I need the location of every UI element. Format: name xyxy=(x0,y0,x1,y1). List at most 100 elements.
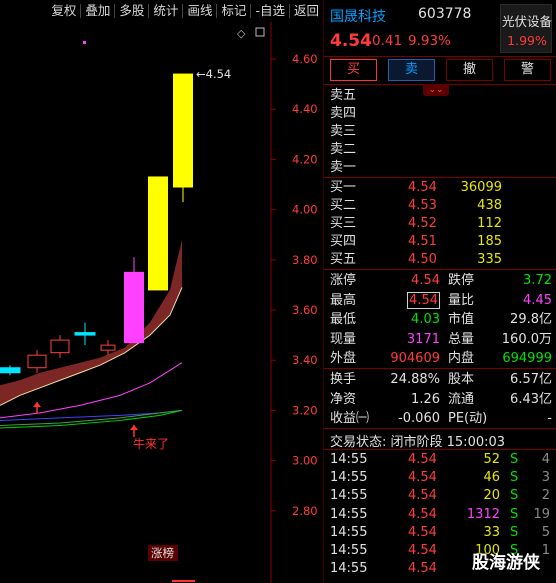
stat-value: 3171 xyxy=(374,330,440,349)
level-volume: 112 xyxy=(477,216,502,231)
level-label: 买三 xyxy=(330,216,357,231)
stat-label: 流通 xyxy=(448,391,475,407)
quote-panel: 国晟科技 603778 4.54 0.41 9.93% 光伏设备 1.99% 买… xyxy=(323,0,556,583)
stat-row: 收益㈠ -0.060 PE(动) - xyxy=(330,409,552,428)
candle-body xyxy=(100,344,116,351)
tick-volume: 20 xyxy=(483,488,500,504)
level-price: 4.53 xyxy=(408,198,437,213)
trade-status: 交易状态: 闭市阶段 15:00:03 xyxy=(330,435,506,450)
buy-button[interactable]: 买 xyxy=(330,59,377,81)
stat-row: 外盘 904609 内盘 694999 xyxy=(330,349,552,368)
level-volume: 438 xyxy=(477,198,502,213)
kline-chart[interactable]: ◇ 4.60 4.40 4.20 4.00 3.80 3.60 3.40 3.20 3.00 2.8… xyxy=(0,22,323,583)
toolbar-overlay-button[interactable]: 叠加 xyxy=(81,0,114,22)
sector-badge[interactable]: 光伏设备 1.99% xyxy=(500,4,552,53)
bid-level[interactable]: 买三 4.52 112 xyxy=(330,215,550,233)
tick-row[interactable]: 14:55 4.54 46 S 3 xyxy=(330,469,554,487)
tick-price: 4.54 xyxy=(408,543,437,558)
toolbar-restore-rights-button[interactable]: 复权 xyxy=(47,0,80,22)
ask-level[interactable]: 卖三 xyxy=(330,123,550,141)
stat-label: 最高 xyxy=(330,292,357,308)
ask-level[interactable]: 卖二 xyxy=(330,141,550,159)
y-tick-label: 3.80 xyxy=(292,253,318,267)
tick-count: 2 xyxy=(541,488,550,504)
stat-value: 4.54 xyxy=(374,271,440,290)
level-label: 买四 xyxy=(330,234,357,249)
signal-annotation: 牛来了 xyxy=(133,436,169,451)
stock-code: 603778 xyxy=(418,6,472,22)
toolbar-remove-watchlist-button[interactable]: -自选 xyxy=(251,0,289,22)
stat-label: 股本 xyxy=(448,372,475,387)
marker-dot xyxy=(83,41,86,44)
level-label: 卖二 xyxy=(330,142,357,157)
bid-level[interactable]: 买一 4.54 36099 xyxy=(330,179,550,197)
y-tick-label: 3.00 xyxy=(292,454,318,468)
y-tick-label: 2.80 xyxy=(292,504,318,518)
stat-label: 市值 xyxy=(448,312,475,327)
toolbar-multi-stock-button[interactable]: 多股 xyxy=(115,0,148,22)
ask-level[interactable]: 卖四 xyxy=(330,105,550,123)
watermark-text: 股海游侠 xyxy=(472,553,540,573)
stat-value: 29.8亿 xyxy=(510,312,552,327)
y-tick-label: 4.60 xyxy=(292,52,318,66)
stat-value-text: -0.060 xyxy=(398,411,440,426)
toolbar-mark-button[interactable]: 标记 xyxy=(217,0,250,22)
alert-button[interactable]: 警 xyxy=(504,59,551,81)
ask-level[interactable]: 卖五 xyxy=(330,87,550,105)
price-change: 0.41 xyxy=(372,33,403,49)
ask-level[interactable]: 卖一 xyxy=(330,159,550,177)
stat-row: 换手 24.88% 股本 6.57亿 xyxy=(330,370,552,389)
tick-row[interactable]: 14:55 4.54 52 S 4 xyxy=(330,451,554,469)
kline-chart-pane[interactable]: 复权 叠加 多股 统计 画线 标记 -自选 返回 ◇ 4.60 4.40 4.20 4.00 3.80 3… xyxy=(0,0,323,583)
stat-label: 内盘 xyxy=(448,351,475,366)
tick-row[interactable]: 14:55 4.54 33 S 5 xyxy=(330,524,554,542)
tick-price: 4.54 xyxy=(408,506,437,522)
level-volume: 335 xyxy=(477,252,502,267)
tick-row[interactable]: 14:55 4.54 1312 S 19 xyxy=(330,506,554,524)
candle-body xyxy=(0,367,21,374)
tick-price: 4.54 xyxy=(408,524,437,540)
stat-value: 6.57亿 xyxy=(510,372,552,387)
bid-level[interactable]: 买五 4.50 335 xyxy=(330,251,550,269)
tick-side: S xyxy=(510,524,519,540)
tick-price: 4.54 xyxy=(408,452,437,467)
bid-level[interactable]: 买四 4.51 185 xyxy=(330,233,550,251)
stat-value: 4.54 xyxy=(374,291,440,310)
level-volume: 185 xyxy=(477,234,502,249)
stat-value: 4.03 xyxy=(374,310,440,329)
tick-side: S xyxy=(510,470,519,486)
level-label: 卖一 xyxy=(330,160,357,175)
divider xyxy=(324,269,556,270)
toolbar-statistics-button[interactable]: 统计 xyxy=(149,0,182,22)
sell-button[interactable]: 卖 xyxy=(388,59,435,81)
stock-name[interactable]: 国晟科技 xyxy=(330,6,386,26)
candle-body xyxy=(148,176,168,291)
level-label: 买一 xyxy=(330,180,357,195)
cancel-order-button[interactable]: 撤 xyxy=(446,59,493,81)
tick-count: 5 xyxy=(541,524,550,540)
tick-time: 14:55 xyxy=(330,488,368,504)
tick-price: 4.54 xyxy=(408,561,437,577)
signal-arrow-icon-head xyxy=(130,425,138,430)
tick-side: S xyxy=(510,488,519,504)
stat-value-text: 904609 xyxy=(390,351,440,366)
tick-row[interactable]: 14:55 4.54 20 S 2 xyxy=(330,487,554,505)
level-volume: 36099 xyxy=(460,180,502,195)
stat-row: 涨停 4.54 跌停 3.72 xyxy=(330,271,552,290)
toolbar-draw-line-button[interactable]: 画线 xyxy=(183,0,216,22)
bid-level[interactable]: 买二 4.53 438 xyxy=(330,197,550,215)
stat-row: 最低 4.03 市值 29.8亿 xyxy=(330,310,552,329)
sector-percent: 1.99% xyxy=(507,33,547,48)
stat-label: 量比 xyxy=(448,292,475,308)
level-label: 卖五 xyxy=(330,88,357,103)
stat-label: 涨停 xyxy=(330,273,357,288)
stat-value: -0.060 xyxy=(374,409,440,428)
level-label: 卖三 xyxy=(330,124,357,139)
candle-body xyxy=(27,354,47,369)
stat-value: 904609 xyxy=(374,349,440,368)
stat-label: 现量 xyxy=(330,331,357,347)
candle-body xyxy=(74,332,96,336)
tick-count: 4 xyxy=(541,452,550,467)
sector-name: 光伏设备 xyxy=(501,14,552,29)
toolbar-back-button[interactable]: 返回 xyxy=(290,0,323,22)
